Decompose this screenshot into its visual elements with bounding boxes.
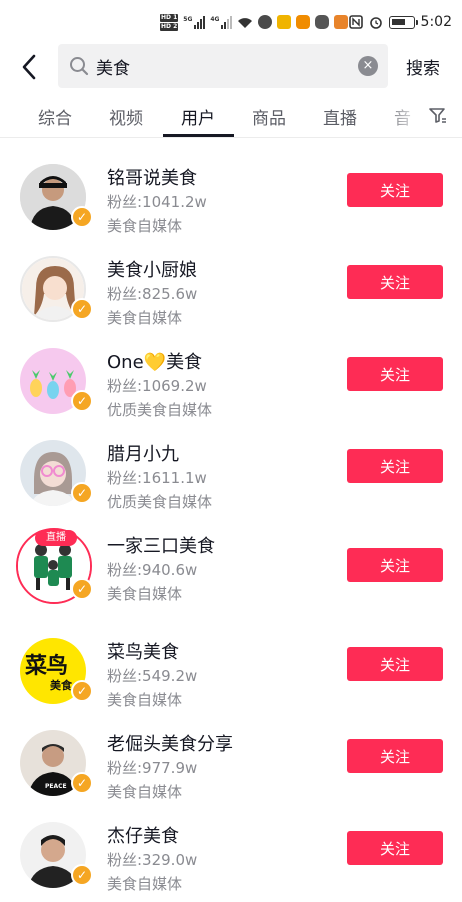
verified-icon: ✓ bbox=[71, 578, 93, 600]
user-description: 美食自媒体 bbox=[107, 309, 183, 327]
wechat-notification-icon bbox=[258, 15, 273, 29]
search-submit-button[interactable]: 搜索 bbox=[406, 54, 440, 79]
signal-4g-icon: 4G bbox=[210, 15, 233, 29]
user-name: 一家三口美食 bbox=[107, 536, 215, 557]
fans-count: 粉丝:549.2w bbox=[107, 667, 198, 685]
user-row[interactable]: 直播 ✓ 一家三口美食 粉丝:940.6w 美食自媒体 关注 bbox=[0, 528, 462, 618]
back-button[interactable] bbox=[16, 50, 46, 84]
fans-count: 粉丝:1611.1w bbox=[107, 469, 207, 487]
close-icon: × bbox=[362, 58, 374, 73]
fans-count: 粉丝:329.0w bbox=[107, 851, 198, 869]
user-description: 美食自媒体 bbox=[107, 217, 183, 235]
verified-icon: ✓ bbox=[71, 206, 93, 228]
follow-button[interactable]: 关注 bbox=[347, 357, 443, 391]
follow-button[interactable]: 关注 bbox=[347, 647, 443, 681]
hd2-label: HD 2 bbox=[160, 22, 179, 31]
chevron-left-icon bbox=[22, 54, 36, 80]
follow-button[interactable]: 关注 bbox=[347, 548, 443, 582]
status-time: 5:02 bbox=[420, 14, 452, 30]
mail-notification-icon bbox=[277, 15, 292, 29]
tab-general[interactable]: 综合 bbox=[38, 104, 72, 129]
tab-products[interactable]: 商品 bbox=[252, 104, 286, 129]
fans-count: 粉丝:1069.2w bbox=[107, 377, 207, 395]
alarm-icon bbox=[369, 17, 382, 29]
hd-indicator: HD 1 HD 2 bbox=[160, 13, 179, 31]
follow-button[interactable]: 关注 bbox=[347, 739, 443, 773]
play-notification-icon bbox=[334, 15, 349, 29]
clear-search-button[interactable]: × bbox=[358, 56, 378, 76]
avatar-logo-subtext: 美食 bbox=[50, 679, 72, 692]
user-name: 腊月小九 bbox=[107, 444, 179, 465]
user-description: 优质美食自媒体 bbox=[107, 493, 213, 511]
user-name: 老倔头美食分享 bbox=[107, 734, 233, 755]
message-notification-icon bbox=[296, 15, 311, 29]
fans-count: 粉丝:977.9w bbox=[107, 759, 198, 777]
user-description: 优质美食自媒体 bbox=[107, 401, 213, 419]
follow-button[interactable]: 关注 bbox=[347, 449, 443, 483]
user-row[interactable]: ✓ 腊月小九 粉丝:1611.1w 优质美食自媒体 关注 bbox=[0, 440, 462, 526]
status-icons: HD 1 HD 2 5G 4G bbox=[160, 12, 349, 32]
user-description: 美食自媒体 bbox=[107, 783, 183, 801]
network-5g-label: 5G bbox=[183, 15, 193, 23]
follow-button[interactable]: 关注 bbox=[347, 173, 443, 207]
live-badge: 直播 bbox=[35, 530, 77, 546]
user-name: One💛美食 bbox=[107, 352, 203, 373]
wifi-icon bbox=[238, 17, 253, 28]
tab-music[interactable]: 音 bbox=[394, 104, 411, 129]
shirt-text: PEACE bbox=[45, 783, 67, 790]
tab-live[interactable]: 直播 bbox=[323, 104, 357, 129]
network-4g-label: 4G bbox=[210, 15, 220, 23]
hd1-label: HD 1 bbox=[160, 13, 179, 22]
verified-icon: ✓ bbox=[71, 864, 93, 886]
search-box[interactable]: × bbox=[58, 44, 388, 88]
signal-5g-icon: 5G bbox=[183, 15, 206, 29]
search-icon bbox=[70, 57, 89, 76]
user-name: 美食小厨娘 bbox=[107, 260, 197, 281]
avatar-logo-text: 菜鸟 bbox=[25, 654, 68, 679]
user-row[interactable]: ✓ 杰仔美食 粉丝:329.0w 美食自媒体 关注 bbox=[0, 822, 462, 902]
search-tabs: 综合 视频 用户 商品 直播 音 bbox=[0, 96, 462, 138]
fans-count: 粉丝:825.6w bbox=[107, 285, 198, 303]
app-notification-icon bbox=[315, 15, 330, 29]
user-row[interactable]: 菜鸟 美食 ✓ 菜鸟美食 粉丝:549.2w 美食自媒体 关注 bbox=[0, 638, 462, 724]
search-input[interactable] bbox=[96, 52, 346, 80]
verified-icon: ✓ bbox=[71, 680, 93, 702]
user-description: 美食自媒体 bbox=[107, 875, 183, 893]
tab-users[interactable]: 用户 bbox=[181, 104, 215, 129]
verified-icon: ✓ bbox=[71, 298, 93, 320]
verified-icon: ✓ bbox=[71, 390, 93, 412]
tab-videos[interactable]: 视频 bbox=[109, 104, 143, 129]
battery-icon bbox=[388, 15, 418, 29]
verified-icon: ✓ bbox=[71, 482, 93, 504]
user-name: 杰仔美食 bbox=[107, 826, 179, 847]
follow-button[interactable]: 关注 bbox=[347, 831, 443, 865]
user-description: 美食自媒体 bbox=[107, 585, 183, 603]
status-bar: HD 1 HD 2 5G 4G 5:02 bbox=[0, 0, 462, 42]
user-row[interactable]: ✓ 铭哥说美食 粉丝:1041.2w 美食自媒体 关注 bbox=[0, 164, 462, 250]
fans-count: 粉丝:1041.2w bbox=[107, 193, 207, 211]
filter-icon[interactable] bbox=[428, 106, 448, 126]
user-row[interactable]: PEACE ✓ 老倔头美食分享 粉丝:977.9w 美食自媒体 关注 bbox=[0, 730, 462, 816]
active-tab-indicator bbox=[163, 134, 234, 137]
user-row[interactable]: ✓ One💛美食 粉丝:1069.2w 优质美食自媒体 关注 bbox=[0, 348, 462, 434]
follow-button[interactable]: 关注 bbox=[347, 265, 443, 299]
user-description: 美食自媒体 bbox=[107, 691, 183, 709]
user-name: 菜鸟美食 bbox=[107, 642, 179, 663]
nfc-icon bbox=[348, 15, 363, 29]
verified-icon: ✓ bbox=[71, 772, 93, 794]
status-right: 5:02 bbox=[348, 12, 452, 32]
user-name: 铭哥说美食 bbox=[107, 168, 197, 189]
fans-count: 粉丝:940.6w bbox=[107, 561, 198, 579]
user-row[interactable]: ✓ 美食小厨娘 粉丝:825.6w 美食自媒体 关注 bbox=[0, 256, 462, 342]
